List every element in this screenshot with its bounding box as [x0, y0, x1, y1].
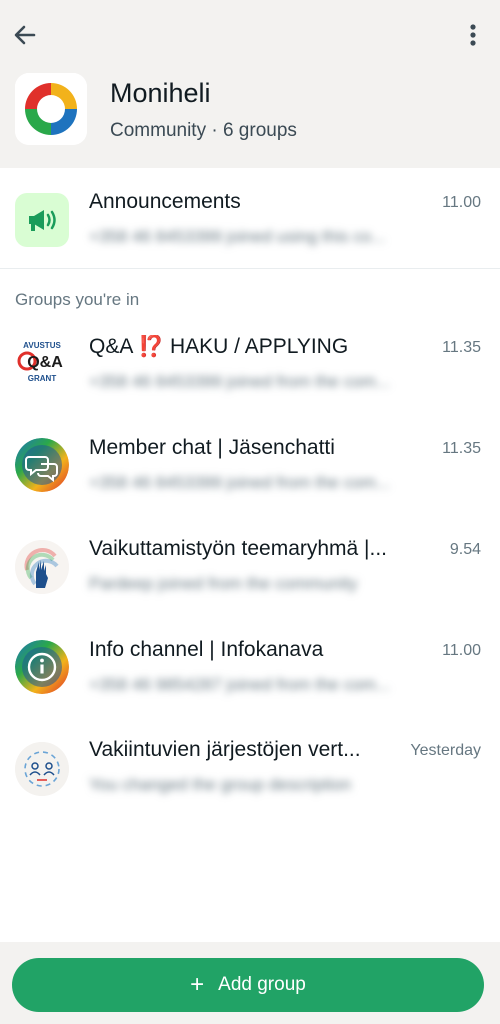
announcements-row[interactable]	[0, 175, 500, 265]
more-options-icon[interactable]	[458, 20, 488, 50]
group-row-vakiintuvien[interactable]	[0, 720, 500, 810]
group-title: Vakiintuvien järjestöjen vert...	[89, 738, 361, 761]
group-preview: You changed the group description	[89, 775, 352, 794]
group-row-info-channel[interactable]	[0, 620, 500, 710]
group-avatar-member-chat	[15, 438, 69, 492]
community-name: Moniheli	[110, 78, 211, 108]
group-time: 11.35	[442, 440, 481, 457]
group-avatar-vaikuttamistyo	[15, 540, 69, 594]
group-title: Member chat | Jäsenchatti	[89, 436, 335, 459]
group-avatar-qa: AVUSTUS Q&A GRANT	[15, 335, 69, 389]
megaphone-icon	[29, 210, 56, 231]
group-time: 9.54	[449, 541, 481, 558]
avatar-text-bottom: GRANT	[28, 374, 57, 383]
group-preview: +358 46 9854287 joined from the com...	[89, 675, 391, 694]
group-title: Q&A ⁉️ HAKU / APPLYING	[89, 335, 349, 358]
group-preview: Pardeep joined from the community	[89, 574, 358, 593]
group-time: 11.00	[442, 642, 481, 659]
group-avatar-vakiintuvien	[15, 742, 69, 796]
announcements-time: 11.00	[442, 194, 481, 211]
announcements-avatar	[15, 193, 69, 247]
announcements-preview: +358 46 8453399 joined using this co...	[89, 227, 386, 246]
group-title: Vaikuttamistyön teemaryhmä |...	[89, 537, 388, 560]
group-row-vaikuttamistyo[interactable]	[0, 520, 500, 610]
back-arrow-icon[interactable]	[10, 20, 40, 50]
group-time: Yesterday	[410, 742, 481, 759]
groups-section-label: Groups you're in	[15, 290, 140, 309]
avatar-text-middle: Q&A	[27, 354, 63, 371]
announcements-title: Announcements	[89, 190, 241, 213]
group-row-member-chat[interactable]	[0, 418, 500, 508]
group-preview: +358 46 8453399 joined from the com...	[89, 473, 391, 492]
group-time: 11.35	[442, 339, 481, 356]
group-preview: +358 46 8453399 joined from the com...	[89, 372, 391, 391]
divider	[0, 268, 500, 269]
community-logo[interactable]	[15, 73, 87, 145]
community-subtitle: Community · 6 groups	[110, 120, 297, 141]
plus-icon: +	[190, 971, 205, 998]
add-group-button[interactable]: + Add group	[12, 958, 484, 1012]
group-row-qa[interactable]	[0, 318, 500, 408]
avatar-text-top: AVUSTUS	[23, 341, 61, 350]
add-group-label: Add group	[218, 974, 306, 995]
group-avatar-info-channel	[15, 640, 69, 694]
group-title: Info channel | Infokanava	[89, 638, 324, 661]
